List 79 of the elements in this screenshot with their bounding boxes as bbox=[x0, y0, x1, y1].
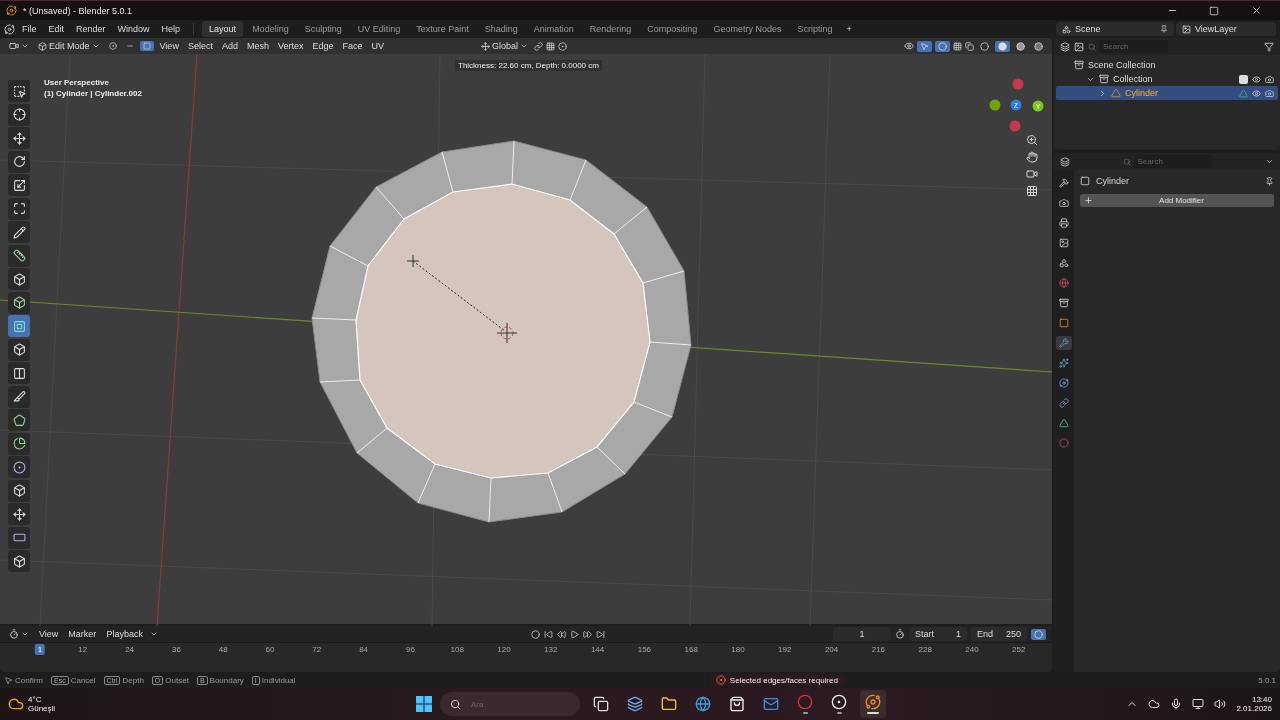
menu-item[interactable]: Vertex bbox=[274, 40, 307, 52]
timeline-ruler[interactable]: 1 12 24 36 48 60 72 84 96 108 120 132 144 156 168 180 192 204 216 228 240 252 bbox=[0, 642, 1052, 672]
menu-item[interactable]: Playback bbox=[103, 628, 146, 640]
mode-dropdown[interactable]: Edit Mode bbox=[35, 40, 103, 52]
frame-number: 204 bbox=[824, 645, 839, 654]
frame-number: 60 bbox=[265, 645, 275, 654]
frame-number: 216 bbox=[871, 645, 886, 654]
menu-item[interactable]: Mesh bbox=[243, 40, 272, 52]
menu-item[interactable]: Select bbox=[184, 40, 216, 52]
properties-search-field[interactable]: Search bbox=[1133, 155, 1213, 168]
workspace-tab[interactable]: Compositing bbox=[640, 21, 705, 37]
menu-item[interactable]: Add bbox=[218, 40, 241, 52]
menu-item[interactable]: Render bbox=[71, 22, 111, 36]
frame-number: 156 bbox=[637, 645, 652, 654]
window-title: * (Unsaved) - Blender 5.0.1 bbox=[23, 5, 134, 16]
frame-number: 12 bbox=[78, 645, 88, 654]
shortcut-label: Individual bbox=[261, 675, 296, 685]
frame-number: 228 bbox=[918, 645, 932, 654]
workspace-tab[interactable]: Shading bbox=[477, 21, 525, 37]
add-workspace-button[interactable]: + bbox=[841, 22, 857, 36]
outliner-row[interactable]: Collection bbox=[1056, 72, 1278, 86]
start-frame-field[interactable]: Start 1 bbox=[909, 627, 967, 641]
menu-item[interactable]: Window bbox=[112, 22, 155, 36]
object-info: (1) Cylinder | Cylinder.002 bbox=[44, 89, 142, 98]
menu-item[interactable]: File bbox=[17, 22, 42, 36]
shortcut-label: Cancel bbox=[70, 675, 96, 685]
frame-number: 120 bbox=[497, 645, 511, 654]
menu-item[interactable]: Marker bbox=[65, 628, 100, 640]
frame-number: 108 bbox=[450, 645, 464, 654]
workspace-tab[interactable]: Modeling bbox=[245, 21, 296, 37]
error-message: Selected edges/faces required bbox=[729, 675, 838, 685]
clock[interactable]: 13:40 2.01.2026 bbox=[1236, 695, 1272, 713]
frame-number: 240 bbox=[965, 645, 979, 654]
shortcut-label: Outset bbox=[165, 675, 189, 685]
frame-number: 168 bbox=[684, 645, 698, 654]
menu-item[interactable]: View bbox=[156, 40, 182, 52]
outliner-search-field[interactable]: Search bbox=[1099, 40, 1168, 53]
view-name: User Perspective bbox=[44, 78, 110, 87]
workspace-tab[interactable]: Animation bbox=[526, 21, 581, 37]
frame-number: 144 bbox=[590, 645, 605, 654]
version-label: 5.0.1 bbox=[1258, 675, 1276, 685]
workspace-tab[interactable]: UV Editing bbox=[350, 21, 408, 37]
scene-field[interactable]: Scene bbox=[1056, 22, 1174, 36]
shortcut-label: Confirm bbox=[15, 675, 43, 685]
frame-number: 132 bbox=[544, 645, 558, 654]
frame-number: 48 bbox=[218, 645, 228, 654]
menu-item[interactable]: Edit bbox=[43, 22, 70, 36]
frame-number: 84 bbox=[359, 645, 369, 654]
workspace-tab[interactable]: Layout bbox=[202, 21, 244, 37]
shortcut-label: Depth bbox=[122, 675, 144, 685]
frame-number: 252 bbox=[1012, 645, 1026, 654]
outliner-row[interactable]: Cylinder bbox=[1056, 86, 1278, 100]
menu-item[interactable]: View bbox=[36, 628, 62, 640]
menu-item[interactable]: UV bbox=[368, 40, 387, 52]
add-modifier-button[interactable]: Add Modifier bbox=[1080, 194, 1274, 207]
menu-item[interactable]: Face bbox=[339, 40, 366, 52]
outliner-row[interactable]: Scene Collection bbox=[1056, 58, 1278, 72]
shortcut-label: Boundary bbox=[209, 675, 244, 685]
current-frame-field[interactable]: 1 bbox=[833, 627, 891, 641]
workspace-tab[interactable]: Geometry Nodes bbox=[706, 21, 789, 37]
orientation-dropdown[interactable]: Global bbox=[478, 40, 532, 52]
workspace-tab[interactable]: Sculpting bbox=[297, 21, 349, 37]
frame-number: 24 bbox=[125, 645, 135, 654]
frame-number: 180 bbox=[731, 645, 745, 654]
menu-item[interactable]: Edge bbox=[309, 40, 337, 52]
weather-widget[interactable]: 4°C Güneşli bbox=[28, 695, 56, 713]
frame-number: 96 bbox=[405, 645, 415, 654]
frame-number: 72 bbox=[312, 645, 322, 654]
playhead[interactable]: 1 bbox=[34, 644, 46, 655]
frame-number: 36 bbox=[171, 645, 181, 654]
end-frame-field[interactable]: End 250 bbox=[971, 627, 1027, 641]
workspace-tab[interactable]: Rendering bbox=[582, 21, 639, 37]
operator-info: Thickness: 22.60 cm, Depth: 0.0000 cm bbox=[455, 60, 602, 71]
view-layer-field[interactable]: ViewLayer bbox=[1176, 22, 1276, 36]
object-name: Cylinder bbox=[1096, 176, 1129, 186]
menu-item[interactable]: Help bbox=[156, 22, 186, 36]
workspace-tab[interactable]: Scripting bbox=[790, 21, 840, 37]
workspace-tab[interactable]: Texture Paint bbox=[409, 21, 476, 37]
frame-number: 192 bbox=[778, 645, 792, 654]
